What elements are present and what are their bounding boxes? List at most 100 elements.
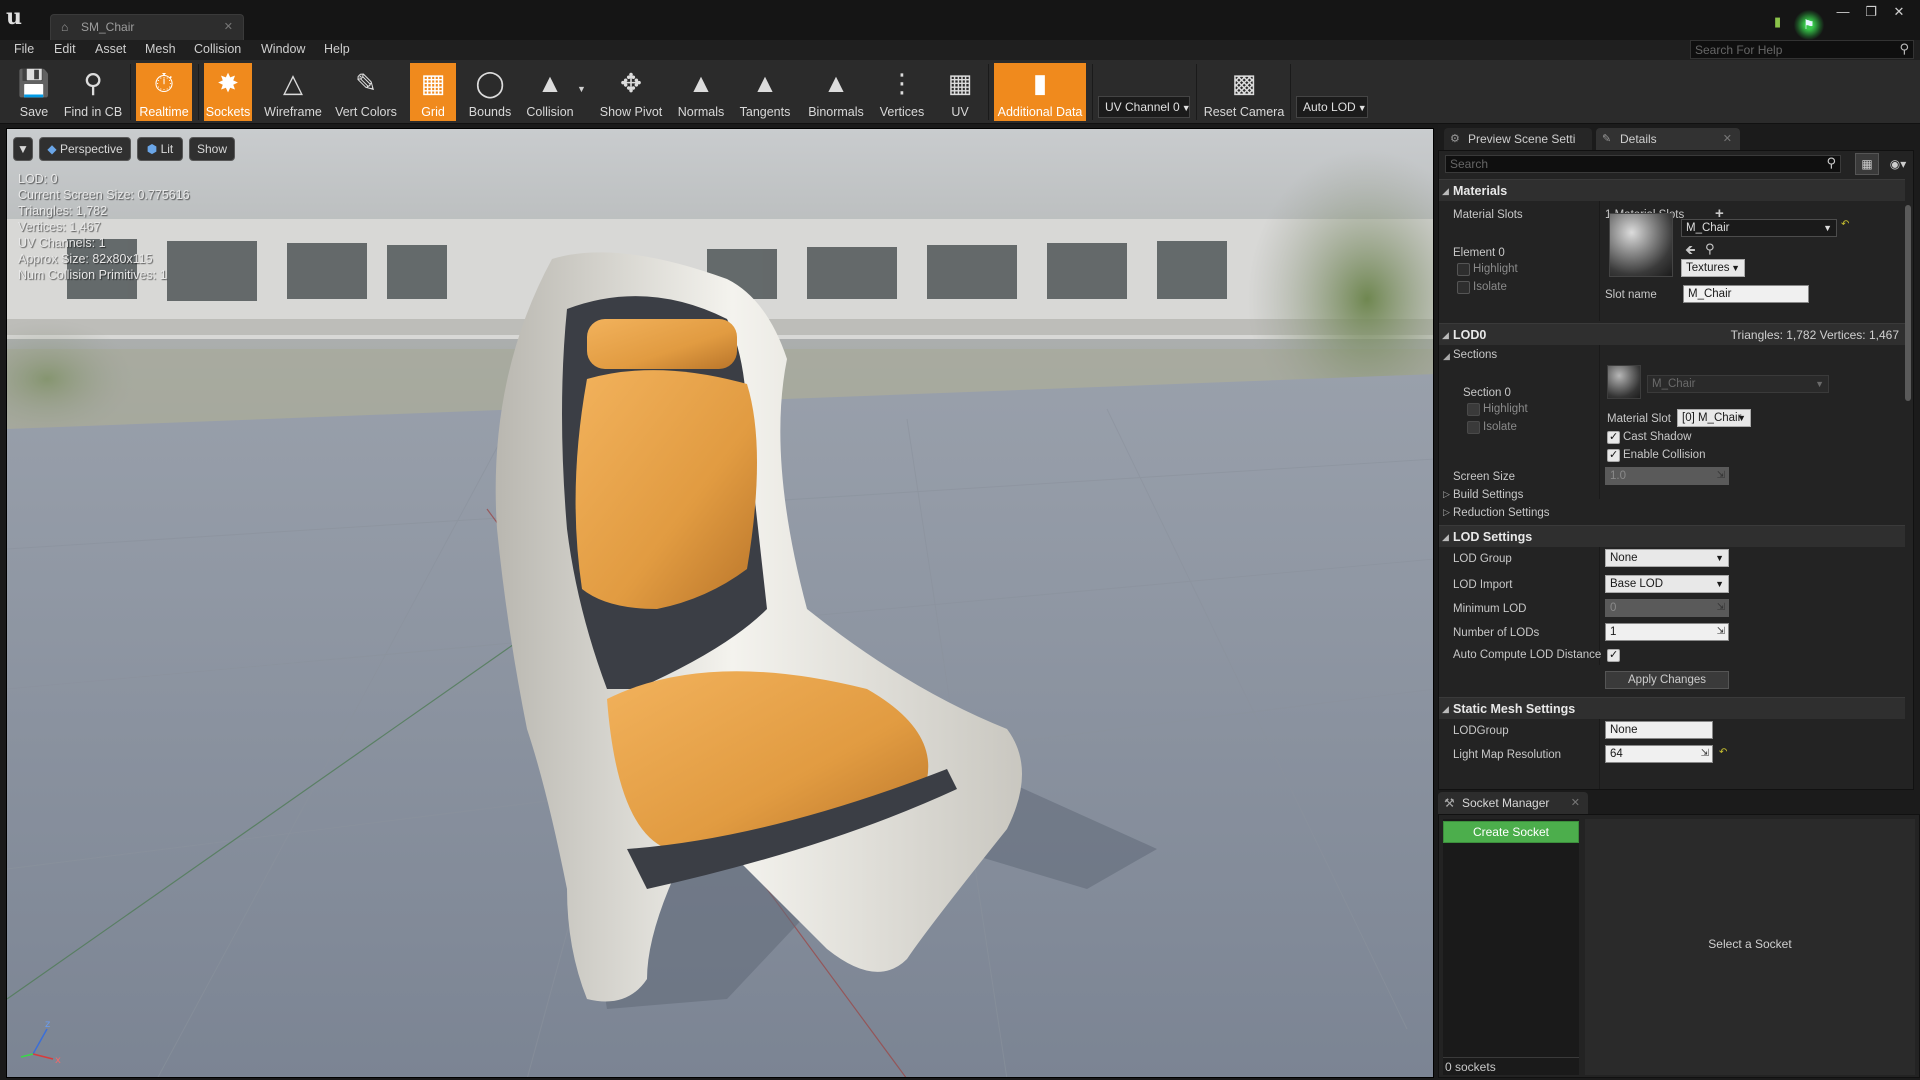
lod0-category[interactable]: ◢ LOD0 Triangles: 1,782 Vertices: 1,467 xyxy=(1439,323,1905,345)
additional-data-icon: ▮ xyxy=(1032,68,1048,98)
axis-gizmo-icon: z x xyxy=(20,1019,61,1066)
collision-dropdown-icon[interactable]: ▼ xyxy=(577,84,586,94)
wireframe-button[interactable]: △ Wireframe xyxy=(260,63,326,121)
help-search-input[interactable] xyxy=(1691,41,1887,58)
eye-icon: ◉▾ xyxy=(1889,157,1907,171)
slot-name-label: Slot name xyxy=(1605,289,1657,301)
uv-channel-dropdown[interactable]: UV Channel 0 ▼ xyxy=(1098,96,1191,118)
maximize-icon[interactable]: ❐ xyxy=(1860,4,1882,20)
notification-area: ▮ ⚑ xyxy=(1768,10,1828,40)
view-options-button[interactable]: ◉▾ xyxy=(1885,153,1911,175)
textures-dropdown[interactable]: Textures ▼ xyxy=(1681,259,1745,277)
search-icon[interactable]: ⚲ xyxy=(1899,41,1909,57)
menu-window[interactable]: Window xyxy=(261,42,305,56)
browse-icon[interactable]: ⚲ xyxy=(1705,241,1715,257)
material-picker[interactable]: M_Chair ▼ xyxy=(1681,219,1837,237)
enable-collision-checkbox[interactable] xyxy=(1607,448,1620,462)
section-isolate-checkbox[interactable] xyxy=(1467,421,1480,434)
cast-shadow-label: Cast Shadow xyxy=(1623,431,1692,443)
vert-colors-button[interactable]: ✎ Vert Colors xyxy=(332,63,400,121)
number-of-lods-input[interactable]: 1 ⇲ xyxy=(1605,623,1729,641)
uv-button[interactable]: ▦ UV xyxy=(938,63,982,121)
vertices-button[interactable]: ⋮ Vertices xyxy=(874,63,930,121)
binormals-button[interactable]: ▲ Binormals xyxy=(804,63,868,121)
screen-size-value: 1.0 xyxy=(1610,470,1626,482)
reset-camera-button[interactable]: ▩ Reset Camera xyxy=(1202,63,1286,121)
reset-to-default-icon[interactable]: ↶ xyxy=(1719,747,1727,758)
save-button[interactable]: 💾 Save xyxy=(12,63,56,121)
slot-name-input[interactable]: M_Chair xyxy=(1683,285,1809,303)
realtime-button[interactable]: ⏱ Realtime xyxy=(136,63,192,121)
close-tab-icon[interactable]: ✕ xyxy=(224,20,233,33)
asset-editor-tab[interactable]: ⌂ SM_Chair ✕ xyxy=(50,14,244,40)
highlight-checkbox[interactable] xyxy=(1457,263,1470,276)
normals-button[interactable]: ▲ Normals xyxy=(674,63,728,121)
reduction-settings-label[interactable]: Reduction Settings xyxy=(1453,507,1550,519)
tab-preview-scene-settings[interactable]: ⚙ Preview Scene Setti xyxy=(1444,128,1592,150)
toolbar-separator xyxy=(988,64,989,120)
save-icon: 💾 xyxy=(17,68,51,98)
search-icon[interactable]: ⚲ xyxy=(1826,155,1836,171)
menu-help[interactable]: Help xyxy=(324,42,350,56)
expand-arrow-icon[interactable]: ▷ xyxy=(1443,507,1450,518)
lodgroup-input[interactable]: None xyxy=(1605,721,1713,739)
auto-compute-lod-checkbox[interactable] xyxy=(1607,648,1620,662)
textures-label: Textures xyxy=(1686,262,1730,274)
details-scrollbar[interactable] xyxy=(1905,205,1911,401)
details-search-input[interactable] xyxy=(1446,156,1816,172)
menu-mesh[interactable]: Mesh xyxy=(145,42,176,56)
socket-detail-area: Select a Socket xyxy=(1585,819,1915,1075)
static-mesh-settings-category[interactable]: ◢ Static Mesh Settings xyxy=(1439,697,1905,719)
minimize-icon[interactable]: — xyxy=(1832,4,1854,20)
apply-changes-button[interactable]: Apply Changes xyxy=(1605,671,1729,689)
bounds-button[interactable]: ◯ Bounds xyxy=(462,63,518,121)
lod-import-dropdown[interactable]: Base LOD ▼ xyxy=(1605,575,1729,593)
build-settings-label[interactable]: Build Settings xyxy=(1453,489,1523,501)
close-tab-icon[interactable]: ✕ xyxy=(1723,128,1732,150)
section-highlight-checkbox[interactable] xyxy=(1467,403,1480,416)
menu-asset[interactable]: Asset xyxy=(95,42,126,56)
create-socket-button[interactable]: Create Socket xyxy=(1443,821,1579,843)
collapse-arrow-icon[interactable]: ◢ xyxy=(1443,351,1450,362)
materials-category[interactable]: ◢ Materials xyxy=(1439,179,1905,201)
close-window-icon[interactable]: ✕ xyxy=(1888,4,1910,20)
expand-arrow-icon[interactable]: ▷ xyxy=(1443,489,1450,500)
spin-icon: ⇲ xyxy=(1716,470,1725,481)
tab-socket-manager[interactable]: ⚒ Socket Manager ✕ xyxy=(1438,792,1588,814)
cast-shadow-checkbox[interactable] xyxy=(1607,430,1620,444)
lit-button[interactable]: ⬢ Lit xyxy=(137,137,183,161)
grid-button[interactable]: ▦ Grid xyxy=(410,63,456,121)
collision-button[interactable]: ▲ Collision xyxy=(522,63,578,121)
show-button[interactable]: Show xyxy=(189,137,235,161)
reset-to-default-icon[interactable]: ↶ xyxy=(1841,219,1849,230)
feedback-icon[interactable]: ▮ xyxy=(1774,14,1781,30)
show-pivot-button[interactable]: ✥ Show Pivot xyxy=(596,63,666,121)
isolate-checkbox[interactable] xyxy=(1457,281,1470,294)
close-tab-icon[interactable]: ✕ xyxy=(1571,792,1580,814)
tab-details[interactable]: ✎ Details ✕ xyxy=(1596,128,1740,150)
light-map-resolution-input[interactable]: 64 ⇲ xyxy=(1605,745,1713,763)
lod-settings-category[interactable]: ◢ LOD Settings xyxy=(1439,525,1905,547)
vert-colors-icon: ✎ xyxy=(355,68,377,98)
property-matrix-button[interactable]: ▦ xyxy=(1855,153,1879,175)
menu-collision[interactable]: Collision xyxy=(194,42,241,56)
additional-data-button[interactable]: ▮ Additional Data xyxy=(994,63,1086,121)
sockets-button[interactable]: ✸ Sockets xyxy=(204,63,252,121)
material-slot-dropdown[interactable]: [0] M_Chair ▼ xyxy=(1677,409,1751,427)
details-icon: ✎ xyxy=(1602,133,1612,145)
lod-group-dropdown[interactable]: None ▼ xyxy=(1605,549,1729,567)
source-control-icon[interactable]: ⚑ xyxy=(1794,10,1824,40)
menu-edit[interactable]: Edit xyxy=(54,42,76,56)
menu-file[interactable]: File xyxy=(14,42,34,56)
tangents-button[interactable]: ▲ Tangents xyxy=(734,63,796,121)
perspective-button[interactable]: ◆ Perspective xyxy=(39,137,131,161)
lod-dropdown[interactable]: Auto LOD ▼ xyxy=(1296,96,1368,118)
number-of-lods-label: Number of LODs xyxy=(1453,627,1540,639)
unreal-logo-icon[interactable]: u xyxy=(6,4,34,32)
find-in-cb-button[interactable]: ⚲ Find in CB xyxy=(62,63,124,121)
toolbar-separator xyxy=(1196,64,1197,120)
mesh-viewport[interactable]: ▼ ◆ Perspective ⬢ Lit Show LOD: 0 Curren… xyxy=(6,128,1434,1078)
viewport-options-button[interactable]: ▼ xyxy=(13,137,33,161)
material-thumbnail[interactable] xyxy=(1609,213,1673,277)
spin-icon: ⇲ xyxy=(1716,626,1725,637)
